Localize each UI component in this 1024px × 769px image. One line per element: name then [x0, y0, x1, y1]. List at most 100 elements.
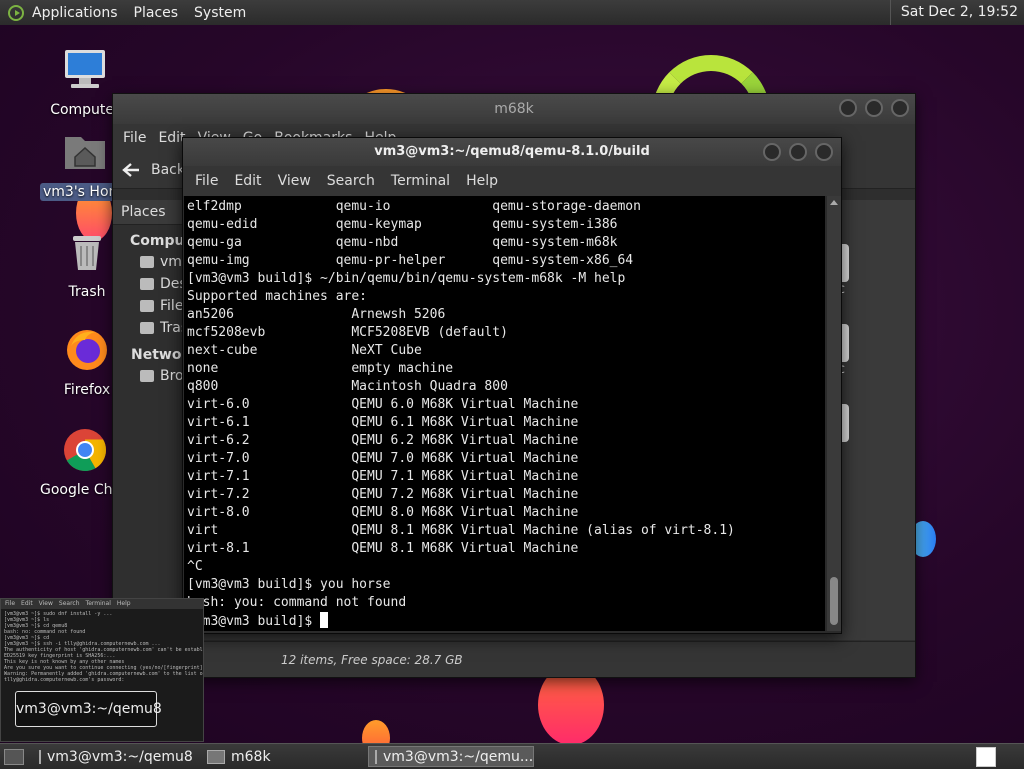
file-manager-titlebar[interactable]: m68k — [113, 94, 915, 124]
applications-logo-icon[interactable] — [8, 4, 24, 21]
desktop-icon — [140, 278, 154, 290]
menu-search[interactable]: Search — [319, 173, 383, 189]
status-bar: 12 items, Free space: 28.7 GB — [113, 641, 915, 677]
menu-edit[interactable]: Edit — [226, 173, 269, 189]
home-folder-icon — [65, 137, 105, 169]
terminal-line: [vm3@vm3 build]$ — [187, 614, 321, 629]
menu-places[interactable]: Places — [126, 5, 187, 21]
sidebar-item-trash[interactable]: Trash — [113, 317, 185, 339]
preview-menubar: File Edit View Search Terminal Help — [1, 599, 203, 609]
taskbar-item-label: vm3@vm3:~/qemu... — [383, 748, 534, 765]
maximize-button[interactable] — [789, 143, 807, 161]
window-preview-popup[interactable]: File Edit View Search Terminal Help [vm3… — [0, 598, 204, 742]
sidebar-item-desktop[interactable]: Desktop — [113, 273, 185, 295]
terminal-line: virt-6.2 QEMU 6.2 M68K Virtual Machine — [187, 433, 579, 448]
drive-icon — [140, 300, 154, 312]
sidebar-item-home[interactable]: vm3 — [113, 251, 185, 273]
back-button[interactable]: Back — [121, 162, 185, 178]
terminal-line: [vm3@vm3 build]$ you horse — [187, 577, 391, 592]
menu-terminal[interactable]: Terminal — [383, 173, 458, 189]
terminal-line: virt-7.1 QEMU 7.1 M68K Virtual Machine — [187, 469, 579, 484]
terminal-line: virt-6.0 QEMU 6.0 M68K Virtual Machine — [187, 397, 579, 412]
sidebar-item-browse-network[interactable]: Browse Network — [113, 365, 185, 387]
terminal-line: elf2dmp qemu-io qemu-storage-daemon — [187, 199, 641, 214]
terminal-window[interactable]: vm3@vm3:~/qemu8/qemu-8.1.0/build File Ed… — [182, 137, 842, 634]
terminal-line: [vm3@vm3 build]$ ~/bin/qemu/bin/qemu-sys… — [187, 271, 626, 286]
preview-menu-item: File — [5, 600, 16, 607]
terminal-line: mcf5208evb MCF5208EVB (default) — [187, 325, 508, 340]
menu-applications[interactable]: Applications — [24, 5, 126, 21]
terminal-line: virt-6.1 QEMU 6.1 M68K Virtual Machine — [187, 415, 579, 430]
terminal-line: an5206 Arnewsh 5206 — [187, 307, 446, 322]
terminal-line: Supported machines are: — [187, 289, 368, 304]
arrow-left-icon — [122, 163, 139, 177]
window-title: m68k — [494, 101, 534, 117]
minimize-button[interactable] — [763, 143, 781, 161]
preview-menu-item: View — [38, 600, 53, 607]
terminal-line: virt-8.1 QEMU 8.1 M68K Virtual Machine — [187, 541, 579, 556]
terminal-line: qemu-ga qemu-nbd qemu-system-m68k — [187, 235, 618, 250]
preview-menu-item: Search — [58, 600, 80, 607]
clock[interactable]: Sat Dec 2, 19:52 — [889, 0, 1024, 25]
terminal-line: none empty machine — [187, 361, 454, 376]
show-desktop-icon[interactable] — [4, 748, 24, 765]
maximize-button[interactable] — [865, 99, 883, 117]
terminal-line: q800 Macintosh Quadra 800 — [187, 379, 508, 394]
terminal-titlebar[interactable]: vm3@vm3:~/qemu8/qemu-8.1.0/build — [183, 138, 841, 166]
terminal-icon — [39, 749, 41, 764]
taskbar-item-label: m68k — [231, 748, 271, 765]
sidebar-section-network: Network — [131, 347, 185, 363]
preview-menu-item: Edit — [21, 600, 33, 607]
terminal-line: virt-8.0 QEMU 8.0 M68K Virtual Machine — [187, 505, 579, 520]
network-icon — [140, 370, 154, 382]
close-button[interactable] — [891, 99, 909, 117]
firefox-icon — [67, 330, 107, 370]
close-button[interactable] — [815, 143, 833, 161]
home-icon — [140, 256, 154, 268]
top-panel: Applications Places System Sat Dec 2, 19… — [0, 0, 1024, 26]
trash-icon — [140, 322, 154, 334]
terminal-cursor — [320, 612, 329, 628]
terminal-screen[interactable]: elf2dmp qemu-io qemu-storage-daemon qemu… — [184, 196, 825, 631]
menu-help[interactable]: Help — [458, 173, 506, 189]
terminal-line: qemu-edid qemu-keymap qemu-system-i386 — [187, 217, 618, 232]
terminal-line: qemu-img qemu-pr-helper qemu-system-x86_… — [187, 253, 634, 268]
places-header[interactable]: Places — [113, 200, 185, 225]
sidebar-item-filesystem[interactable]: File System — [113, 295, 185, 317]
terminal-line: next-cube NeXT Cube — [187, 343, 422, 358]
minimize-button[interactable] — [839, 99, 857, 117]
scroll-up-icon[interactable] — [830, 200, 838, 205]
wallpaper-orb — [362, 720, 390, 743]
terminal-icon — [375, 749, 377, 764]
terminal-line: ^C — [187, 559, 203, 574]
trash-icon — [73, 236, 101, 270]
places-sidebar: Places Computer vm3 Desktop File System … — [113, 200, 185, 640]
terminal-output: elf2dmp qemu-io qemu-storage-daemon qemu… — [184, 196, 825, 631]
menu-view[interactable]: View — [270, 173, 319, 189]
workspace-switcher[interactable] — [976, 746, 996, 767]
terminal-menubar: File Edit View Search Terminal Help — [183, 166, 841, 196]
preview-menu-item: Help — [116, 600, 131, 607]
chrome-icon — [64, 429, 107, 472]
back-label: Back — [151, 162, 185, 178]
menu-system[interactable]: System — [186, 5, 254, 21]
computer-icon — [65, 50, 105, 88]
sidebar-section-computer: Computer — [130, 233, 185, 249]
terminal-line: virt-7.2 QEMU 7.2 M68K Virtual Machine — [187, 487, 579, 502]
terminal-line: bash: you: command not found — [187, 595, 407, 610]
preview-menu-item: Terminal — [85, 600, 111, 607]
menu-file[interactable]: File — [187, 173, 226, 189]
taskbar-item-label: vm3@vm3:~/qemu8 — [47, 748, 193, 765]
taskbar-item-m68k[interactable]: m68k — [200, 746, 364, 767]
taskbar-item-terminal-build[interactable]: vm3@vm3:~/qemu... — [368, 746, 534, 767]
folder-icon — [207, 749, 225, 764]
taskbar-item-terminal-qemu8[interactable]: vm3@vm3:~/qemu8 — [32, 746, 196, 767]
preview-terminal-output: [vm3@vm3 ~]$ sudo dnf install -y ... [vm3… — [1, 609, 203, 698]
scrollbar-thumb[interactable] — [830, 577, 838, 625]
preview-line: tlly@ghidra.computernewb.com's password: — [4, 677, 125, 683]
preview-label: vm3@vm3:~/qemu8 — [15, 691, 162, 727]
bottom-panel: vm3@vm3:~/qemu8 m68k vm3@vm3:~/qemu... — [0, 743, 1024, 769]
menu-file[interactable]: File — [117, 130, 152, 146]
terminal-line: virt-7.0 QEMU 7.0 M68K Virtual Machine — [187, 451, 579, 466]
terminal-scrollbar[interactable] — [827, 196, 841, 631]
